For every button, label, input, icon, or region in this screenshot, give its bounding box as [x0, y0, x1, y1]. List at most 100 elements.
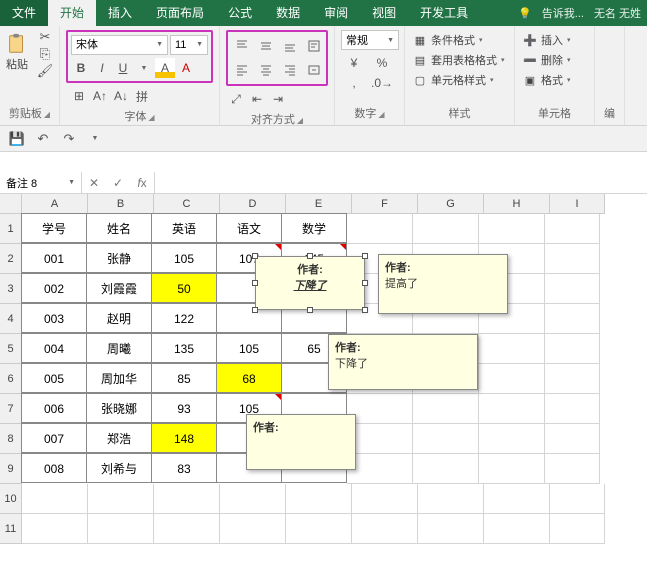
align-middle-icon[interactable] — [255, 35, 277, 57]
format-painter-icon[interactable]: 🖌 — [36, 64, 54, 78]
cell[interactable]: 68 — [216, 363, 282, 393]
cell[interactable] — [479, 364, 545, 394]
cell[interactable] — [88, 484, 154, 514]
row-header[interactable]: 5 — [0, 334, 22, 364]
column-header[interactable]: E — [286, 194, 352, 214]
cell[interactable] — [484, 484, 550, 514]
cell[interactable]: 刘希与 — [86, 453, 152, 483]
enter-formula-icon[interactable]: ✓ — [106, 176, 130, 190]
cell[interactable] — [347, 214, 413, 244]
cell[interactable] — [484, 514, 550, 544]
cut-icon[interactable]: ✂ — [36, 30, 54, 44]
comment-box[interactable]: 作者: 下降了 — [328, 334, 478, 390]
column-header[interactable]: G — [418, 194, 484, 214]
copy-icon[interactable]: ⎘ — [36, 47, 54, 61]
cell[interactable]: 001 — [21, 243, 87, 273]
cell[interactable]: 003 — [21, 303, 87, 333]
fill-color-button[interactable]: A — [155, 58, 175, 78]
tab-data[interactable]: 数据 — [264, 0, 312, 26]
cell[interactable] — [550, 514, 605, 544]
decrease-indent-icon[interactable]: ⇤ — [247, 89, 267, 109]
cell[interactable] — [545, 244, 600, 274]
cell[interactable] — [545, 424, 600, 454]
cell[interactable] — [347, 454, 413, 484]
font-color-button[interactable]: A — [176, 58, 196, 78]
cell[interactable] — [286, 484, 352, 514]
currency-icon[interactable]: ¥ — [341, 53, 367, 73]
cell[interactable]: 007 — [21, 423, 87, 453]
qat-customize-icon[interactable]: ▼ — [86, 130, 104, 148]
percent-icon[interactable]: % — [369, 53, 395, 73]
tab-page-layout[interactable]: 页面布局 — [144, 0, 216, 26]
row-header[interactable]: 8 — [0, 424, 22, 454]
redo-icon[interactable]: ↷ — [60, 130, 78, 148]
tab-formulas[interactable]: 公式 — [216, 0, 264, 26]
align-left-icon[interactable] — [231, 59, 253, 81]
cell[interactable] — [545, 334, 600, 364]
cell[interactable]: 006 — [21, 393, 87, 423]
align-right-icon[interactable] — [279, 59, 301, 81]
cell[interactable]: 学号 — [21, 213, 87, 243]
font-name-select[interactable]: 宋体▼ — [71, 35, 168, 55]
underline-button[interactable]: U — [113, 58, 133, 78]
cell[interactable]: 50 — [151, 273, 217, 303]
italic-button[interactable]: I — [92, 58, 112, 78]
tab-review[interactable]: 审阅 — [312, 0, 360, 26]
column-header[interactable]: H — [484, 194, 550, 214]
formula-bar[interactable] — [155, 172, 647, 193]
cell[interactable] — [22, 484, 88, 514]
cell[interactable] — [479, 334, 545, 364]
cell[interactable]: 郑浩 — [86, 423, 152, 453]
cell[interactable]: 93 — [151, 393, 217, 423]
cell[interactable]: 148 — [151, 423, 217, 453]
cell[interactable]: 刘霞霞 — [86, 273, 152, 303]
phonetic-button[interactable]: 拼 — [132, 86, 152, 106]
comment-box[interactable]: 作者: 提高了 — [378, 254, 508, 314]
comment-box[interactable]: 作者: — [246, 414, 356, 470]
orientation-icon[interactable]: ⤢ — [226, 89, 246, 109]
cell[interactable]: 数学 — [281, 213, 347, 243]
tab-view[interactable]: 视图 — [360, 0, 408, 26]
cell[interactable] — [220, 484, 286, 514]
wrap-text-icon[interactable] — [303, 35, 325, 57]
cell[interactable] — [286, 514, 352, 544]
cell[interactable]: 002 — [21, 273, 87, 303]
cell-styles-button[interactable]: ▢单元格样式▾ — [411, 70, 508, 90]
cell[interactable] — [88, 514, 154, 544]
increase-font-icon[interactable]: A↑ — [90, 86, 110, 106]
delete-cells-button[interactable]: ➖删除▾ — [521, 50, 588, 70]
name-box[interactable]: 备注 8▼ — [0, 172, 82, 193]
cell[interactable]: 张静 — [86, 243, 152, 273]
merge-center-icon[interactable] — [303, 59, 325, 81]
cell[interactable] — [479, 394, 545, 424]
cell[interactable] — [545, 274, 600, 304]
undo-icon[interactable]: ↶ — [34, 130, 52, 148]
tab-insert[interactable]: 插入 — [96, 0, 144, 26]
cell[interactable] — [545, 364, 600, 394]
cell[interactable]: 105 — [151, 243, 217, 273]
cell[interactable] — [22, 514, 88, 544]
align-bottom-icon[interactable] — [279, 35, 301, 57]
row-header[interactable]: 10 — [0, 484, 22, 514]
paste-button[interactable]: 粘贴 — [6, 32, 28, 78]
decrease-font-icon[interactable]: A↓ — [111, 86, 131, 106]
cell[interactable]: 122 — [151, 303, 217, 333]
cell[interactable] — [479, 454, 545, 484]
column-header[interactable]: C — [154, 194, 220, 214]
tab-developer[interactable]: 开发工具 — [408, 0, 480, 26]
tab-home[interactable]: 开始 — [48, 0, 96, 26]
cell[interactable]: 语文 — [216, 213, 282, 243]
cell[interactable] — [413, 424, 479, 454]
cell[interactable] — [418, 514, 484, 544]
cell[interactable]: 85 — [151, 363, 217, 393]
cell[interactable]: 周曦 — [86, 333, 152, 363]
row-header[interactable]: 7 — [0, 394, 22, 424]
cell[interactable] — [545, 214, 600, 244]
cell[interactable] — [413, 214, 479, 244]
cell[interactable] — [220, 514, 286, 544]
underline-dropdown[interactable]: ▼ — [134, 58, 154, 78]
cell[interactable]: 008 — [21, 453, 87, 483]
increase-decimal-icon[interactable]: .0→ — [369, 73, 395, 93]
cell[interactable] — [550, 484, 605, 514]
cell[interactable]: 姓名 — [86, 213, 152, 243]
